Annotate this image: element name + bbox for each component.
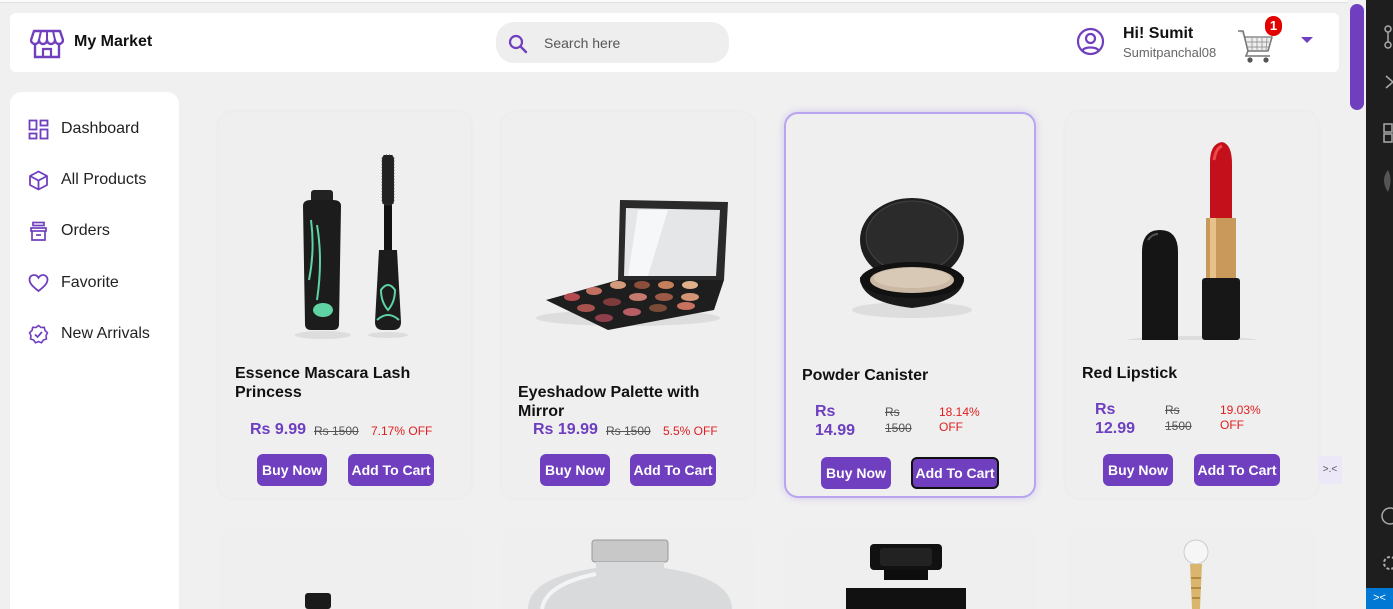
add-to-cart-button[interactable]: Add To Cart	[348, 454, 434, 486]
perfume-bottle-product-image	[528, 539, 732, 609]
caret-down-icon[interactable]	[1300, 35, 1314, 45]
sidebar-item-favorite[interactable]: Favorite	[28, 268, 119, 298]
product-discount: 19.03% OFF	[1220, 403, 1261, 432]
product-card[interactable]	[502, 528, 754, 609]
product-discount: 7.17% OFF	[371, 424, 433, 438]
header: My Market Hi! Sumit Sumitpanchal08 1	[10, 13, 1339, 72]
add-to-cart-button[interactable]: Add To Cart	[1194, 454, 1280, 486]
product-card[interactable]: Powder Canister Rs 14.99 Rs 1500 18.14% …	[784, 112, 1036, 498]
product-title: Red Lipstick	[1082, 365, 1178, 382]
buy-now-button[interactable]: Buy Now	[1103, 454, 1173, 486]
box-icon	[29, 170, 48, 190]
buy-now-button[interactable]: Buy Now	[821, 457, 891, 489]
product-card[interactable]	[784, 528, 1036, 609]
sidebar-item-dashboard[interactable]: Dashboard	[28, 114, 139, 144]
user-username: Sumitpanchal08	[1123, 45, 1217, 60]
collapse-tab[interactable]: >.<	[1318, 456, 1342, 484]
product-card[interactable]: Eyeshadow Palette with Mirror Rs 19.99 R…	[502, 112, 754, 498]
dashboard-icon	[28, 119, 49, 139]
sidebar-item-label: New Arrivals	[61, 325, 150, 342]
product-old-price: Rs 1500	[885, 405, 912, 435]
search-box	[496, 22, 729, 63]
perfume-bottle-product-image	[1183, 539, 1209, 609]
perfume-bottle-product-image	[846, 544, 966, 609]
search-input[interactable]	[544, 22, 714, 63]
product-price: Rs 12.99	[1095, 401, 1136, 437]
badge-check-icon	[28, 324, 49, 344]
product-discount: 5.5% OFF	[663, 424, 718, 438]
user-greeting: Hi! Sumit	[1123, 25, 1194, 42]
powder-canister-product-image	[852, 198, 972, 318]
sidebar: Dashboard All Products Orders Favorite N…	[10, 92, 179, 609]
add-to-cart-button[interactable]: Add To Cart	[630, 454, 716, 486]
brand-name[interactable]: My Market	[74, 33, 152, 51]
red-lipstick-product-image	[1126, 142, 1258, 340]
buy-now-button[interactable]: Buy Now	[540, 454, 610, 486]
sidebar-item-label: Favorite	[61, 274, 119, 291]
product-title: Essence Mascara Lash Princess	[235, 365, 411, 401]
product-title: Powder Canister	[802, 367, 929, 384]
product-card[interactable]	[219, 528, 471, 609]
product-price: Rs 9.99	[250, 421, 307, 438]
user-avatar-icon[interactable]	[1076, 27, 1105, 56]
product-discount: 18.14% OFF	[939, 405, 980, 434]
cart-count-badge: 1	[1265, 16, 1282, 36]
add-to-cart-button[interactable]: Add To Cart	[911, 457, 999, 489]
scrollbar-thumb[interactable]	[1350, 4, 1364, 110]
orders-icon	[30, 221, 47, 241]
product-image	[305, 593, 331, 609]
buy-now-button[interactable]: Buy Now	[257, 454, 327, 486]
eyeshadow-palette-product-image	[536, 200, 728, 330]
mascara-product-image	[295, 154, 408, 339]
heart-icon	[28, 273, 49, 292]
store-icon	[30, 29, 64, 59]
window-top-edge	[0, 0, 1366, 3]
product-card[interactable]: Essence Mascara Lash Princess Rs 9.99 Rs…	[219, 112, 471, 498]
sidebar-item-all-products[interactable]: All Products	[28, 165, 146, 195]
product-old-price: Rs 1500	[314, 424, 359, 438]
remote-status-icon[interactable]: ><	[1366, 588, 1393, 609]
product-old-price: Rs 1500	[1165, 403, 1192, 433]
sidebar-item-label: All Products	[61, 171, 147, 188]
product-price: Rs 19.99	[533, 421, 598, 438]
product-price: Rs 14.99	[815, 403, 856, 439]
editor-activity-bar: ><	[1366, 0, 1393, 609]
product-card[interactable]	[1066, 528, 1318, 609]
source-control-icon[interactable]	[1366, 0, 1393, 609]
product-card[interactable]: Red Lipstick Rs 12.99 Rs 1500 19.03% OFF…	[1066, 112, 1318, 498]
product-old-price: Rs 1500	[606, 424, 651, 438]
sidebar-item-label: Dashboard	[61, 120, 140, 137]
product-title: Eyeshadow Palette with Mirror	[518, 384, 700, 420]
sidebar-item-new-arrivals[interactable]: New Arrivals	[28, 319, 150, 349]
search-icon[interactable]	[508, 34, 528, 54]
sidebar-item-label: Orders	[61, 222, 110, 239]
sidebar-item-orders[interactable]: Orders	[28, 216, 110, 246]
page-scrollbar[interactable]	[1348, 0, 1366, 609]
